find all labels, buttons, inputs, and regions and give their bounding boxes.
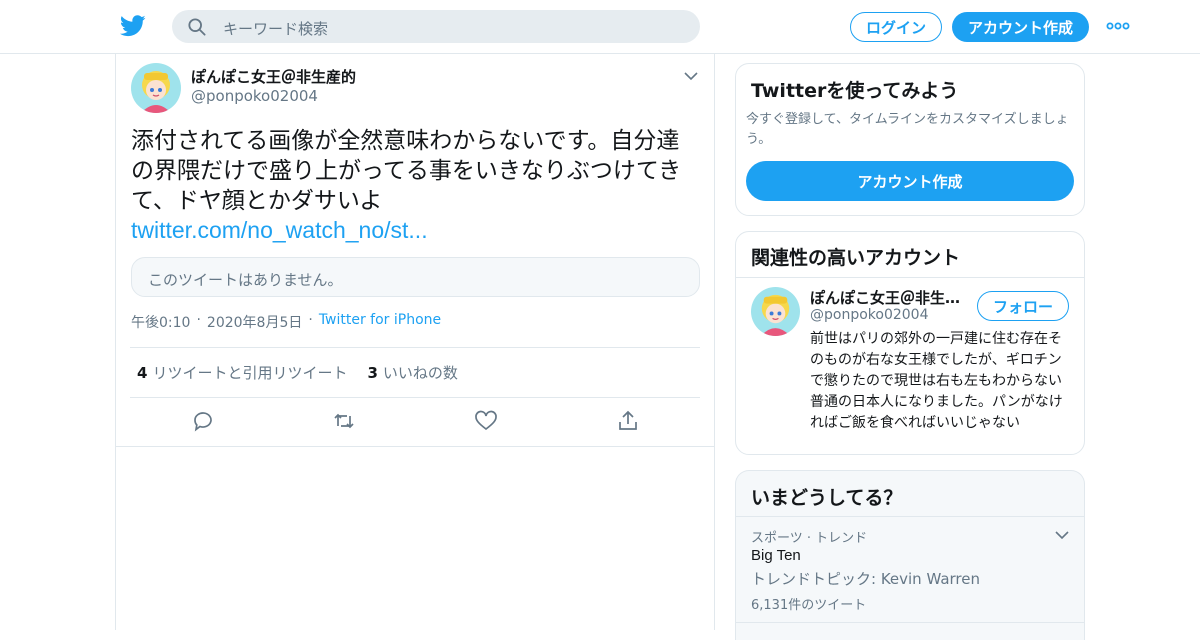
retweet-icon[interactable] bbox=[332, 409, 356, 433]
reply-icon[interactable] bbox=[191, 409, 215, 433]
retweet-label: リツイートと引用リツイート bbox=[152, 364, 348, 382]
trends-card-title: いまどうしてる？ bbox=[751, 487, 903, 509]
tweet-time[interactable]: 午後0:10 bbox=[131, 312, 190, 332]
unavailable-text: このツイートはありません。 bbox=[148, 271, 343, 289]
like-heart-icon[interactable] bbox=[474, 409, 498, 433]
login-button[interactable]: ログイン bbox=[850, 12, 942, 42]
tweet-detail: ぽんぽこ女王＠非生産的 @ponpoko02004 添付されてる画像が全然意味わ… bbox=[115, 54, 715, 630]
chevron-down-icon[interactable] bbox=[1055, 530, 1069, 540]
trend-topic: トレンドトピック: Kevin Warren bbox=[751, 570, 980, 588]
share-icon[interactable] bbox=[616, 409, 640, 433]
tweet-text: 添付されてる画像が全然意味わからないです。自分達の界隈だけで盛り上がってる事をい… bbox=[131, 128, 682, 214]
author-name[interactable]: ぽんぽこ女王＠非生産的 bbox=[191, 66, 356, 87]
divider bbox=[130, 397, 700, 398]
related-account-bio: 前世はパリの郊外の一戸建に住む存在そのものが右な女王様でしたが、ギロチンで懲りた… bbox=[810, 331, 1063, 431]
divider bbox=[116, 446, 714, 447]
tweet-date[interactable]: 2020年8月5日 bbox=[207, 312, 302, 332]
meta-separator: · bbox=[196, 312, 201, 328]
tweet-link[interactable]: twitter.com/no_watch_no/st... bbox=[131, 217, 428, 244]
like-count: 3 bbox=[367, 364, 378, 382]
signup-card-title: Twitterを使ってみよう bbox=[751, 80, 959, 102]
author-handle[interactable]: @ponpoko02004 bbox=[191, 87, 318, 105]
related-account-name[interactable]: ぽんぽこ女王＠非生産的 bbox=[810, 287, 970, 308]
chevron-down-icon[interactable] bbox=[684, 71, 698, 81]
trend-name[interactable]: Big Ten bbox=[751, 547, 801, 564]
related-accounts-card: 関連性の高いアカウント ぽんぽこ女王＠非生産的 @ponpoko02004 フォ… bbox=[735, 231, 1085, 455]
signup-button[interactable]: アカウント作成 bbox=[952, 12, 1089, 42]
search-placeholder: キーワード検索 bbox=[223, 20, 329, 38]
search-input[interactable]: キーワード検索 bbox=[172, 10, 700, 43]
divider bbox=[736, 622, 1084, 623]
quoted-tweet-unavailable: このツイートはありません。 bbox=[131, 257, 700, 297]
twitter-bird-icon[interactable] bbox=[120, 14, 146, 38]
tweet-actions bbox=[116, 409, 714, 437]
like-stat[interactable]: 3 いいねの数 bbox=[367, 362, 457, 383]
follow-button[interactable]: フォロー bbox=[977, 291, 1069, 321]
avatar[interactable] bbox=[131, 63, 181, 113]
divider bbox=[736, 516, 1084, 517]
retweet-stat[interactable]: 4 リツイートと引用リツイート bbox=[137, 362, 347, 383]
related-card-title: 関連性の高いアカウント bbox=[751, 247, 961, 269]
trend-tweet-count: 6,131件のツイート bbox=[751, 598, 867, 613]
avatar[interactable] bbox=[751, 287, 800, 336]
retweet-count: 4 bbox=[137, 364, 148, 382]
more-dots-icon[interactable] bbox=[1106, 18, 1130, 34]
related-account-handle[interactable]: @ponpoko02004 bbox=[810, 307, 929, 323]
search-icon bbox=[188, 18, 206, 36]
tweet-stats: 4 リツイートと引用リツイート 3 いいねの数 bbox=[137, 362, 458, 383]
like-label: いいねの数 bbox=[382, 364, 458, 382]
tweet-meta: 午後0:10 · 2020年8月5日 · Twitter for iPhone bbox=[131, 312, 441, 332]
top-bar: キーワード検索 ログイン アカウント作成 bbox=[0, 0, 1200, 54]
create-account-button[interactable]: アカウント作成 bbox=[746, 161, 1074, 201]
divider bbox=[736, 277, 1084, 278]
signup-card: Twitterを使ってみよう 今すぐ登録して、タイムラインをカスタマイズしましょ… bbox=[735, 63, 1085, 216]
divider bbox=[130, 347, 700, 348]
meta-separator: · bbox=[308, 312, 313, 328]
signup-card-subtitle: 今すぐ登録して、タイムラインをカスタマイズしましょう。 bbox=[746, 112, 1069, 147]
trends-card: いまどうしてる？ スポーツ · トレンド Big Ten トレンドトピック: K… bbox=[735, 470, 1085, 640]
tweet-source[interactable]: Twitter for iPhone bbox=[319, 312, 441, 332]
trend-category: スポーツ · トレンド bbox=[751, 531, 868, 546]
